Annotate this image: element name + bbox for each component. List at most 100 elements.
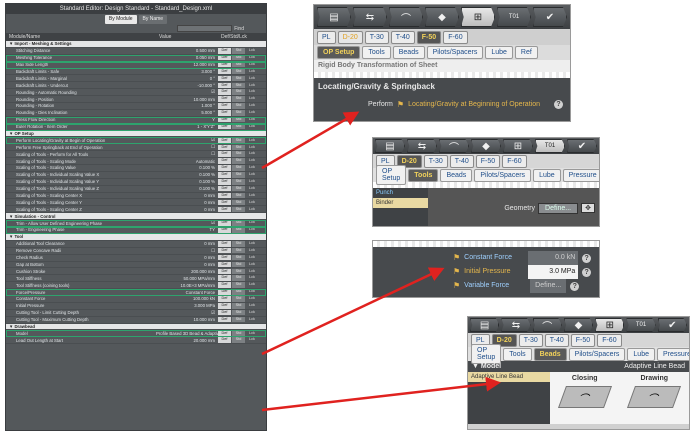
setting-value[interactable]: 12.000 mm (156, 62, 218, 67)
tools-icon[interactable]: T01 (535, 139, 565, 153)
def-button[interactable]: Def (218, 75, 231, 82)
def-button[interactable]: Def (218, 96, 231, 102)
lck-button[interactable]: Lck (246, 89, 258, 95)
def-button[interactable]: Def (218, 227, 231, 233)
setting-value[interactable]: 10.000 mm (156, 97, 218, 102)
setting-value[interactable]: ☑ (156, 310, 218, 316)
setting-row[interactable]: Max Side Length 12.000 mm Def Std Lck (6, 61, 266, 69)
std-button[interactable]: Std (232, 192, 245, 199)
lck-button[interactable]: Lck (246, 138, 258, 144)
setting-value[interactable]: 0 mm (156, 200, 218, 205)
tipping-icon[interactable]: ⇆ (501, 318, 531, 332)
evaluation-icon[interactable]: ✔ (533, 7, 567, 27)
def-button[interactable]: Def (218, 337, 231, 343)
evaluation-icon[interactable]: ✔ (567, 139, 597, 153)
setting-row[interactable]: Euler Rotation - Item Order 1 - X'Y'Z'' De… (6, 123, 266, 131)
def-button[interactable]: Def (218, 309, 231, 316)
std-button[interactable]: Std (232, 220, 245, 226)
def-button[interactable]: Def (218, 261, 231, 268)
setting-row[interactable]: Cushion Stroke 200.000 mm Def Std Lck (6, 268, 266, 276)
tab-by-module[interactable]: By Module (104, 15, 137, 24)
subtab-pressure[interactable]: Pressure (562, 168, 599, 182)
std-button[interactable]: Std (232, 144, 245, 151)
setting-row[interactable]: Perform Locating/Gravity at Begin of Ope… (6, 137, 266, 145)
def-button[interactable]: Def (218, 254, 231, 261)
process-tab-f-60[interactable]: F-60 (502, 154, 527, 168)
column-value[interactable]: Value (159, 33, 221, 41)
lck-button[interactable]: Lck (246, 207, 258, 213)
tools-icon[interactable]: T01 (626, 318, 656, 332)
lck-button[interactable]: Lck (246, 103, 258, 109)
op-setup-icon[interactable]: ⊞ (461, 7, 495, 27)
setting-row[interactable]: Lead Out Length at Start 20.000 mm Def Std L… (6, 337, 266, 345)
process-tab-pl[interactable]: PL (317, 30, 336, 44)
setting-value[interactable]: ☐ (156, 144, 218, 150)
subtab-beads[interactable]: Beads (392, 46, 425, 59)
setting-row[interactable]: Model Profile Based 3D Bead & Adaptive Li… (6, 330, 266, 338)
setting-value[interactable]: 0.100 % (156, 172, 218, 177)
setting-value[interactable]: 0 ° (156, 76, 218, 81)
def-button[interactable]: Def (218, 220, 231, 226)
setting-value[interactable]: 20.000 mm (156, 338, 218, 343)
def-button[interactable]: Def (218, 303, 231, 309)
column-module-name[interactable]: Module/Name (9, 33, 159, 41)
process-tab-t-40[interactable]: T-40 (449, 154, 474, 168)
lck-button[interactable]: Lck (246, 69, 258, 75)
lck-button[interactable]: Lck (246, 337, 258, 343)
setting-value[interactable]: 3.000 MPa (156, 303, 218, 308)
def-button[interactable]: Def (218, 179, 231, 185)
setting-value[interactable]: -10.000 ° (156, 83, 218, 88)
def-button[interactable]: Def (218, 89, 231, 95)
std-button[interactable]: Std (232, 123, 245, 130)
tipping-icon[interactable]: ⇆ (407, 139, 437, 153)
lck-button[interactable]: Lck (246, 151, 258, 157)
lck-button[interactable]: Lck (246, 110, 258, 116)
op-setup-icon[interactable]: ⊞ (503, 139, 533, 153)
def-button[interactable]: Def (218, 206, 231, 213)
def-button[interactable]: Def (218, 82, 231, 89)
section-header[interactable]: ▼ Simulation - Control (6, 213, 266, 221)
def-button[interactable]: Def (218, 241, 231, 247)
std-button[interactable]: Std (232, 54, 245, 61)
std-button[interactable]: Std (232, 61, 245, 68)
help-icon[interactable]: ? (582, 253, 591, 263)
setting-row[interactable]: Scaling of Tools - Individual Scaling Va… (6, 185, 266, 193)
def-button[interactable]: Def (218, 289, 231, 295)
lck-button[interactable]: Lck (246, 193, 258, 199)
lck-button[interactable]: Lck (246, 200, 258, 206)
pin-icon[interactable]: ⚑ (453, 279, 460, 293)
setting-row[interactable]: Press Flow Direction Y Def Std Lck (6, 116, 266, 124)
lck-button[interactable]: Lck (246, 55, 258, 61)
section-header[interactable]: ▼ OP Setup (6, 130, 266, 138)
setting-value[interactable]: 0 mm (156, 262, 218, 267)
trim-icon[interactable]: ◆ (563, 318, 594, 332)
setting-row[interactable]: Rounding - Dies Inclination 5.000 ° Def Std… (6, 110, 266, 117)
setting-row[interactable]: Rounding - Rotation 1.000 ° Def Std Lck (6, 103, 266, 110)
setting-value[interactable]: Automatic (156, 159, 218, 164)
initial-pressure-field[interactable]: 3.0 MPa (528, 265, 579, 279)
std-button[interactable]: Std (232, 206, 245, 213)
process-tab-f-50[interactable]: F-50 (475, 154, 501, 168)
std-button[interactable]: Std (232, 165, 245, 171)
subtab-tools[interactable]: Tools (408, 168, 439, 182)
help-icon[interactable]: ? (570, 281, 580, 291)
constant-force-field[interactable]: 0.0 kN (528, 251, 579, 265)
setting-row[interactable]: Cutting Tool - Limit Cutting Depth ☑ Def St… (6, 310, 266, 317)
std-button[interactable]: Std (232, 282, 245, 288)
def-button[interactable]: Def (218, 296, 231, 302)
subtab-tools[interactable]: Tools (503, 347, 532, 361)
setting-row[interactable]: Trim - Engineering Phase TY Def Std Lck (6, 227, 266, 234)
setting-row[interactable]: Tool Stiffness (coining tools) 10.0E+3 MP… (6, 282, 266, 290)
setting-row[interactable]: Check Radius 0 mm Def Std Lck (6, 254, 266, 262)
setting-value[interactable]: 10.0E+3 MPa/mm (156, 283, 218, 288)
tool-list-item[interactable]: Punch (373, 188, 428, 198)
std-button[interactable]: Std (232, 227, 245, 233)
lck-button[interactable]: Lck (246, 117, 258, 123)
lck-button[interactable]: Lck (246, 296, 258, 302)
lck-button[interactable]: Lck (246, 48, 258, 54)
std-button[interactable]: Std (232, 103, 245, 109)
setting-value[interactable]: TY (156, 227, 218, 232)
lck-button[interactable]: Lck (246, 145, 258, 151)
process-tab-f-50[interactable]: F-50 (570, 333, 596, 347)
std-button[interactable]: Std (232, 96, 245, 102)
